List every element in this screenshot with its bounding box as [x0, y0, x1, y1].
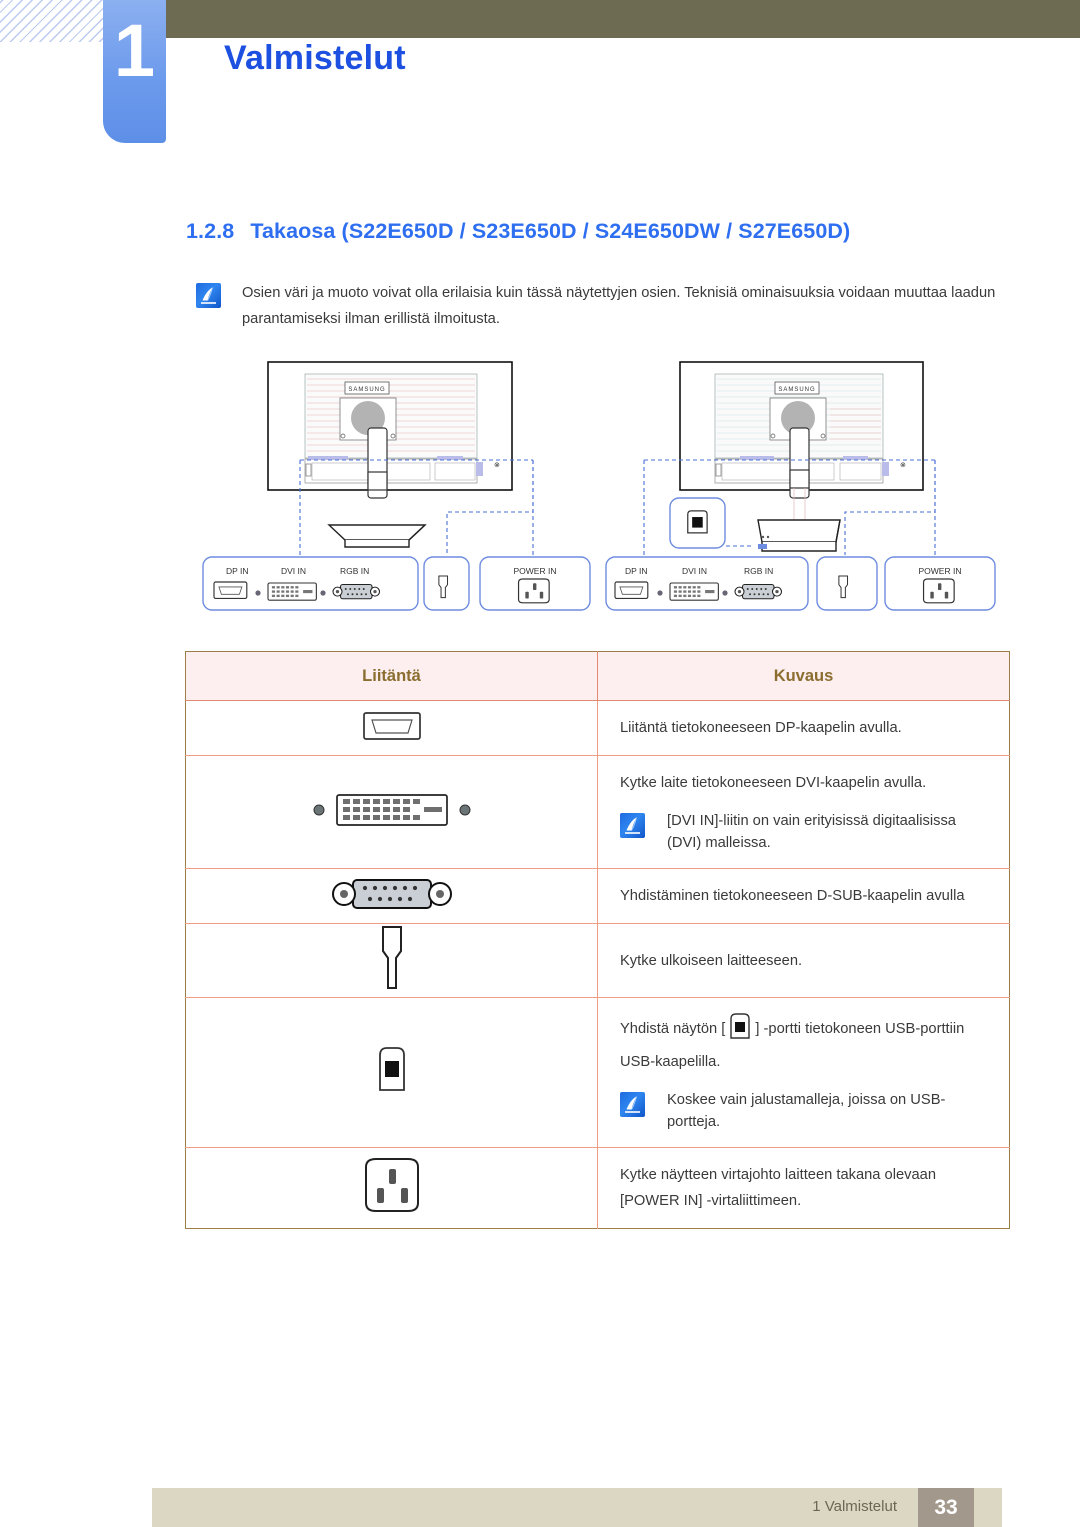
table-cell-description: Liitäntä tietokoneeseen DP-kaapelin avul…: [597, 700, 1010, 756]
table-cell-icon: [185, 868, 598, 924]
page-footer: 1 Valmistelut 33: [152, 1488, 1002, 1527]
left-monitor-illustration: SAMSUNG ⊗: [267, 361, 534, 555]
callout-label-rgb-right: RGB IN: [744, 566, 773, 576]
table-row: Liitäntä tietokoneeseen DP-kaapelin avul…: [185, 700, 1010, 756]
note-pen-icon: [620, 813, 645, 838]
rear-panel-diagram: SAMSUNG ⊗ DP IN DVI IN RGB IN POWER IN S…: [0, 352, 1080, 637]
usb-callout-box: [669, 497, 726, 549]
dvi-icon: [313, 793, 470, 826]
vga-icon: [331, 878, 452, 909]
row-sub-note: [DVI IN]-liitin on vain erityisissä digi…: [620, 810, 991, 854]
chapter-tab: 1: [103, 0, 166, 143]
callout-label-dp-left: DP IN: [226, 566, 249, 576]
footer-page-number: 33: [918, 1488, 974, 1527]
page-header: 1 Valmistelut: [0, 0, 1080, 160]
row-description: Yhdistä näytön [] -portti tietokoneen US…: [620, 1012, 991, 1075]
callout-label-rgb-left: RGB IN: [340, 566, 369, 576]
svg-text:⊗: ⊗: [494, 462, 500, 469]
row-sub-note: Koskee vain jalustamalleja, joissa on US…: [620, 1089, 991, 1133]
row-sub-note-text: Koskee vain jalustamalleja, joissa on US…: [667, 1092, 946, 1130]
table-header-row: Liitäntä Kuvaus: [185, 651, 1010, 701]
section-heading: 1.2.8 Takaosa (S22E650D / S23E650D / S24E…: [186, 219, 850, 244]
callout-label-power-left: POWER IN: [514, 566, 557, 576]
header-olive-bar: [110, 0, 1080, 38]
section-number: 1.2.8: [186, 219, 235, 243]
header-hatch-decoration: [0, 0, 110, 42]
table-cell-description: Yhdistä näytön [] -portti tietokoneen US…: [597, 997, 1010, 1148]
svg-text:SAMSUNG: SAMSUNG: [778, 387, 815, 393]
row-sub-note-text: [DVI IN]-liitin on vain erityisissä digi…: [667, 813, 956, 851]
row-description: Kytke ulkoiseen laitteeseen.: [620, 952, 803, 969]
table-cell-description: Kytke näytteen virtajohto laitteen takan…: [597, 1147, 1010, 1229]
table-cell-icon: [185, 1147, 598, 1229]
svg-text:SAMSUNG: SAMSUNG: [348, 387, 385, 393]
table-row: Kytke laite tietokoneeseen DVI-kaapelin …: [185, 755, 1010, 869]
table-row: Kytke näytteen virtajohto laitteen takan…: [185, 1147, 1010, 1229]
audio-jack-icon: [381, 926, 402, 989]
footer-chapter-label: 1 Valmistelut: [812, 1498, 897, 1515]
row-description: Kytke näytteen virtajohto laitteen takan…: [620, 1167, 936, 1209]
table-cell-description: Kytke ulkoiseen laitteeseen.: [597, 923, 1010, 998]
row-description-before: Yhdistä näytön [: [620, 1021, 726, 1037]
right-callout-group: DP IN DVI IN RGB IN POWER IN: [605, 556, 996, 611]
svg-text:⊗: ⊗: [900, 462, 906, 469]
chapter-number: 1: [113, 9, 156, 92]
top-note-text: Osien väri ja muoto voivat olla erilaisi…: [242, 285, 996, 327]
left-callout-group: DP IN DVI IN RGB IN POWER IN: [202, 556, 591, 611]
note-pen-icon: [620, 1092, 645, 1117]
table-row: Kytke ulkoiseen laitteeseen.: [185, 923, 1010, 998]
row-description: Liitäntä tietokoneeseen DP-kaapelin avul…: [620, 720, 902, 736]
usb-b-icon: [378, 1047, 405, 1091]
table-cell-icon: [185, 923, 598, 998]
table-cell-description: Kytke laite tietokoneeseen DVI-kaapelin …: [597, 755, 1010, 869]
row-description: Yhdistäminen tietokoneeseen D-SUB-kaapel…: [620, 888, 965, 904]
power-socket-icon: [364, 1157, 419, 1212]
table-header-kuvaus: Kuvaus: [597, 651, 1010, 701]
callout-label-dvi-right: DVI IN: [682, 566, 707, 576]
callout-label-dp-right: DP IN: [625, 566, 648, 576]
diagram-svg: SAMSUNG ⊗ DP IN DVI IN RGB IN POWER IN S…: [202, 361, 996, 611]
chapter-title: Valmistelut: [224, 39, 406, 77]
usb-b-icon-inline: [727, 1012, 753, 1049]
row-description: Kytke laite tietokoneeseen DVI-kaapelin …: [620, 775, 927, 791]
section-title: Takaosa (S22E650D / S23E650D / S24E650DW…: [250, 219, 851, 243]
table-cell-icon: [185, 997, 598, 1148]
callout-label-power-right: POWER IN: [919, 566, 962, 576]
note-pen-icon: [196, 283, 221, 308]
top-note: Osien väri ja muoto voivat olla erilaisi…: [196, 281, 996, 332]
callout-label-dvi-left: DVI IN: [281, 566, 306, 576]
table-cell-description: Yhdistäminen tietokoneeseen D-SUB-kaapel…: [597, 868, 1010, 924]
connector-description-table: Liitäntä Kuvaus Liitäntä tietokoneeseen …: [185, 651, 1010, 1229]
table-cell-icon: [185, 700, 598, 756]
table-row: Yhdistäminen tietokoneeseen D-SUB-kaapel…: [185, 868, 1010, 924]
table-cell-icon: [185, 755, 598, 869]
table-row: Yhdistä näytön [] -portti tietokoneen US…: [185, 997, 1010, 1148]
table-header-liitanta: Liitäntä: [185, 651, 598, 701]
displayport-icon: [362, 711, 421, 740]
